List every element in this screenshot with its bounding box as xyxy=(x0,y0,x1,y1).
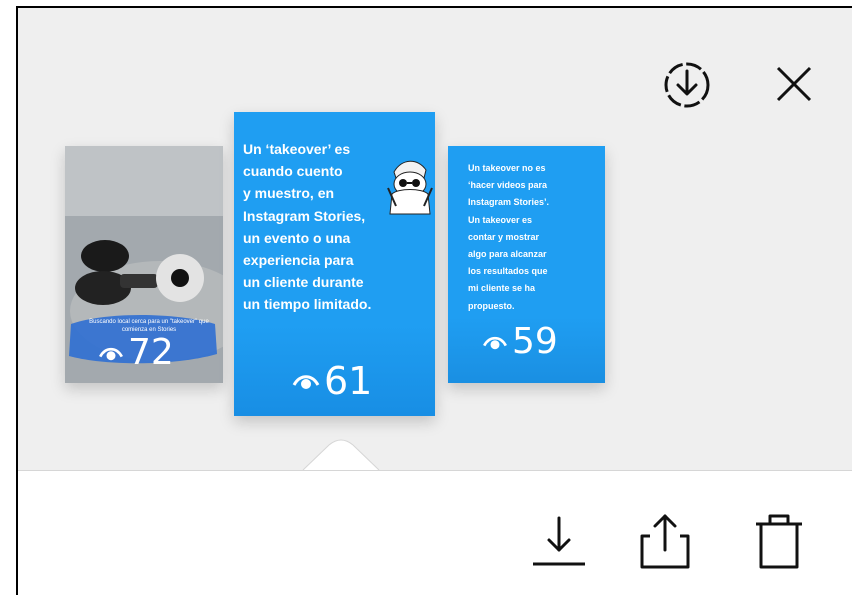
story-text-line: contar y mostrar xyxy=(468,231,540,242)
view-count-number: 59 xyxy=(512,321,558,362)
view-count: 72 xyxy=(98,332,174,373)
close-icon[interactable] xyxy=(770,60,818,108)
story-text: Un takeover no es ‘hacer videos para Ins… xyxy=(468,160,605,315)
view-count: 61 xyxy=(292,359,372,403)
selection-pointer xyxy=(302,439,380,471)
share-icon[interactable] xyxy=(636,510,694,570)
story-thumbnail-selected[interactable]: Un ‘takeover’ es cuando cuento y muestro… xyxy=(234,112,435,416)
story-text-line: los resultados que xyxy=(468,266,548,277)
story-text-line: un cliente durante xyxy=(243,274,364,291)
view-count-number: 72 xyxy=(128,332,174,373)
story-tray: Buscando local cerca para un "takeover" … xyxy=(18,8,852,471)
download-icon[interactable] xyxy=(530,510,588,570)
story-text-line: Instagram Stories’. xyxy=(468,197,550,208)
story-text-line: un tiempo limitado. xyxy=(243,296,372,313)
story-text-line: mi cliente se ha xyxy=(468,283,536,294)
story-viewer: Buscando local cerca para un "takeover" … xyxy=(16,6,852,595)
view-count-number: 61 xyxy=(324,359,373,403)
story-text-line: ‘hacer videos para xyxy=(468,180,548,191)
story-thumbnail[interactable]: Un takeover no es ‘hacer videos para Ins… xyxy=(448,146,605,383)
sticker-character xyxy=(387,160,433,215)
story-text-line: Un ‘takeover’ es xyxy=(243,141,351,157)
story-text-line: Un takeover no es xyxy=(468,163,546,173)
story-thumbnail[interactable]: Buscando local cerca para un "takeover" … xyxy=(65,146,223,383)
view-count: 59 xyxy=(482,321,558,362)
story-text-line: algo para alcanzar xyxy=(468,249,547,260)
eye-icon xyxy=(99,347,123,360)
eye-icon xyxy=(292,375,320,389)
trash-icon[interactable] xyxy=(750,510,808,570)
eye-icon xyxy=(483,336,507,349)
story-text-line: un evento o una xyxy=(243,229,351,246)
story-text-line: propuesto. xyxy=(468,300,515,311)
circle-download-icon[interactable] xyxy=(658,56,716,114)
story-text-line: experiencia para xyxy=(243,252,354,269)
story-text-line: Un takeover es xyxy=(468,214,533,225)
